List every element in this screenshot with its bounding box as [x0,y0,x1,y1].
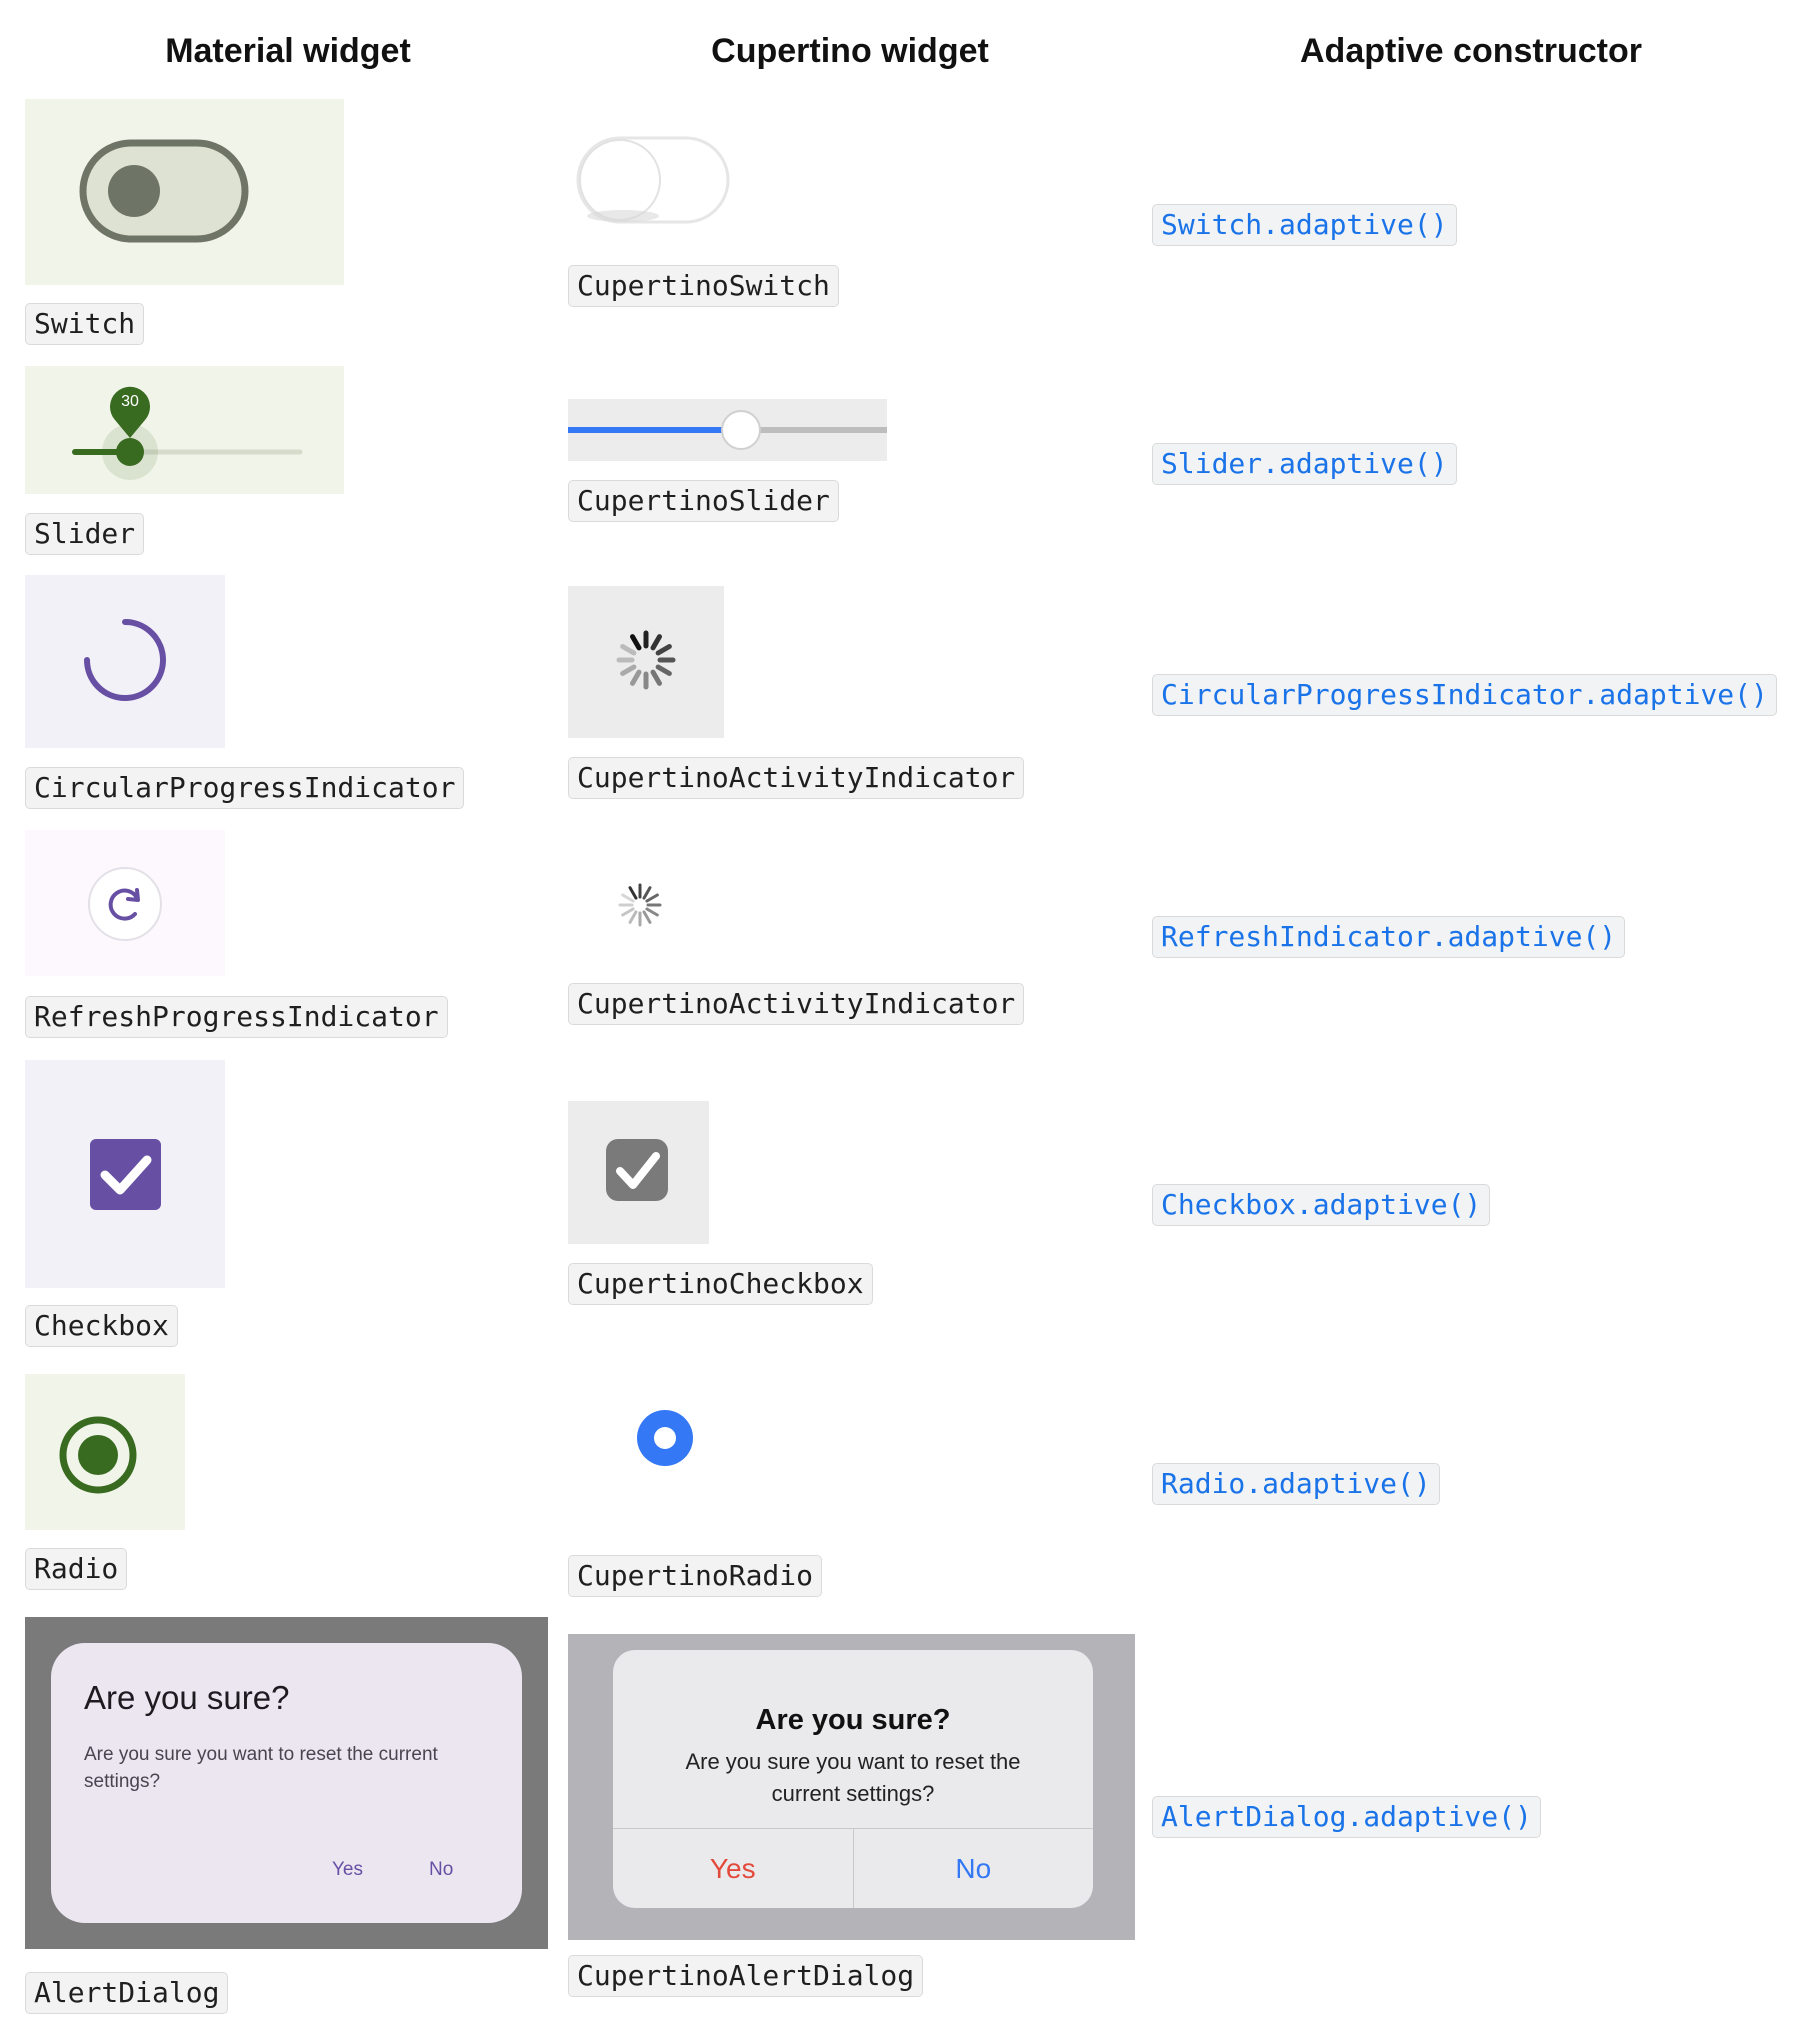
material-alert-dialog-label: AlertDialog [25,1972,229,2014]
radio-adaptive-link[interactable]: Radio.adaptive() [1152,1463,1440,1505]
material-dialog-message: Are you sure you want to reset the curre… [84,1744,438,1792]
material-slider-preview[interactable]: 30 [25,366,344,494]
cupertino-dialog-actions: Yes No [613,1828,1093,1908]
refresh-indicator-adaptive-link[interactable]: RefreshIndicator.adaptive() [1152,916,1626,958]
material-alert-dialog-preview: Are you sure? Are you sure you want to r… [25,1617,548,1949]
cupertino-dialog-yes-button[interactable]: Yes [613,1829,853,1908]
material-circular-progress-preview [25,575,225,748]
material-radio-label: Radio [25,1548,128,1590]
cupertino-activity-indicator-label-2: CupertinoActivityIndicator [568,983,1025,1025]
cupertino-checkbox-preview[interactable] [568,1101,709,1244]
circular-progress-adaptive-link[interactable]: CircularProgressIndicator.adaptive() [1152,674,1777,716]
material-refresh-progress-label: RefreshProgressIndicator [25,996,448,1038]
material-dialog-yes-button[interactable]: Yes [332,1859,363,1881]
cupertino-radio-preview[interactable] [630,1403,700,1473]
material-circular-progress-label: CircularProgressIndicator [25,767,465,809]
switch-adaptive-link[interactable]: Switch.adaptive() [1152,204,1457,246]
material-switch-preview[interactable] [25,99,344,285]
cupertino-widget-header: Cupertino widget [711,32,989,70]
material-refresh-progress-preview [25,830,225,976]
material-dialog-title: Are you sure? [84,1679,290,1716]
cupertino-checkbox-label: CupertinoCheckbox [568,1263,873,1305]
cupertino-switch-label: CupertinoSwitch [568,265,839,307]
slider-adaptive-link[interactable]: Slider.adaptive() [1152,443,1457,485]
cupertino-activity-indicator-label: CupertinoActivityIndicator [568,757,1025,799]
slider-value-indicator: 30 [121,393,139,410]
alert-dialog-adaptive-link[interactable]: AlertDialog.adaptive() [1152,1796,1541,1838]
cupertino-alert-dialog-label: CupertinoAlertDialog [568,1955,924,1997]
checkbox-adaptive-link[interactable]: Checkbox.adaptive() [1152,1184,1491,1226]
cupertino-dialog-title: Are you sure? [755,1704,951,1736]
cupertino-dialog-message: Are you sure you want to reset the curre… [685,1749,1021,1806]
cupertino-activity-indicator-preview [568,586,724,738]
adaptive-constructor-header: Adaptive constructor [1300,32,1642,70]
material-dialog-no-button[interactable]: No [429,1859,453,1881]
material-checkbox-preview[interactable] [25,1060,225,1288]
cupertino-activity-indicator-small-preview [600,870,680,940]
cupertino-radio-label: CupertinoRadio [568,1555,823,1597]
material-radio-preview[interactable] [25,1374,185,1530]
material-widget-header: Material widget [165,32,411,70]
material-slider-label: Slider [25,513,145,555]
cupertino-slider-preview[interactable] [568,399,887,461]
cupertino-alert-dialog: Are you sure? Are you sure you want to r… [613,1650,1093,1908]
material-checkbox-label: Checkbox [25,1305,178,1347]
cupertino-alert-dialog-preview: Are you sure? Are you sure you want to r… [568,1634,1135,1940]
cupertino-slider-label: CupertinoSlider [568,480,839,522]
material-switch-label: Switch [25,303,145,345]
cupertino-switch-preview[interactable] [568,128,738,238]
material-alert-dialog: Are you sure? Are you sure you want to r… [51,1643,522,1923]
cupertino-dialog-no-button[interactable]: No [852,1829,1094,1908]
